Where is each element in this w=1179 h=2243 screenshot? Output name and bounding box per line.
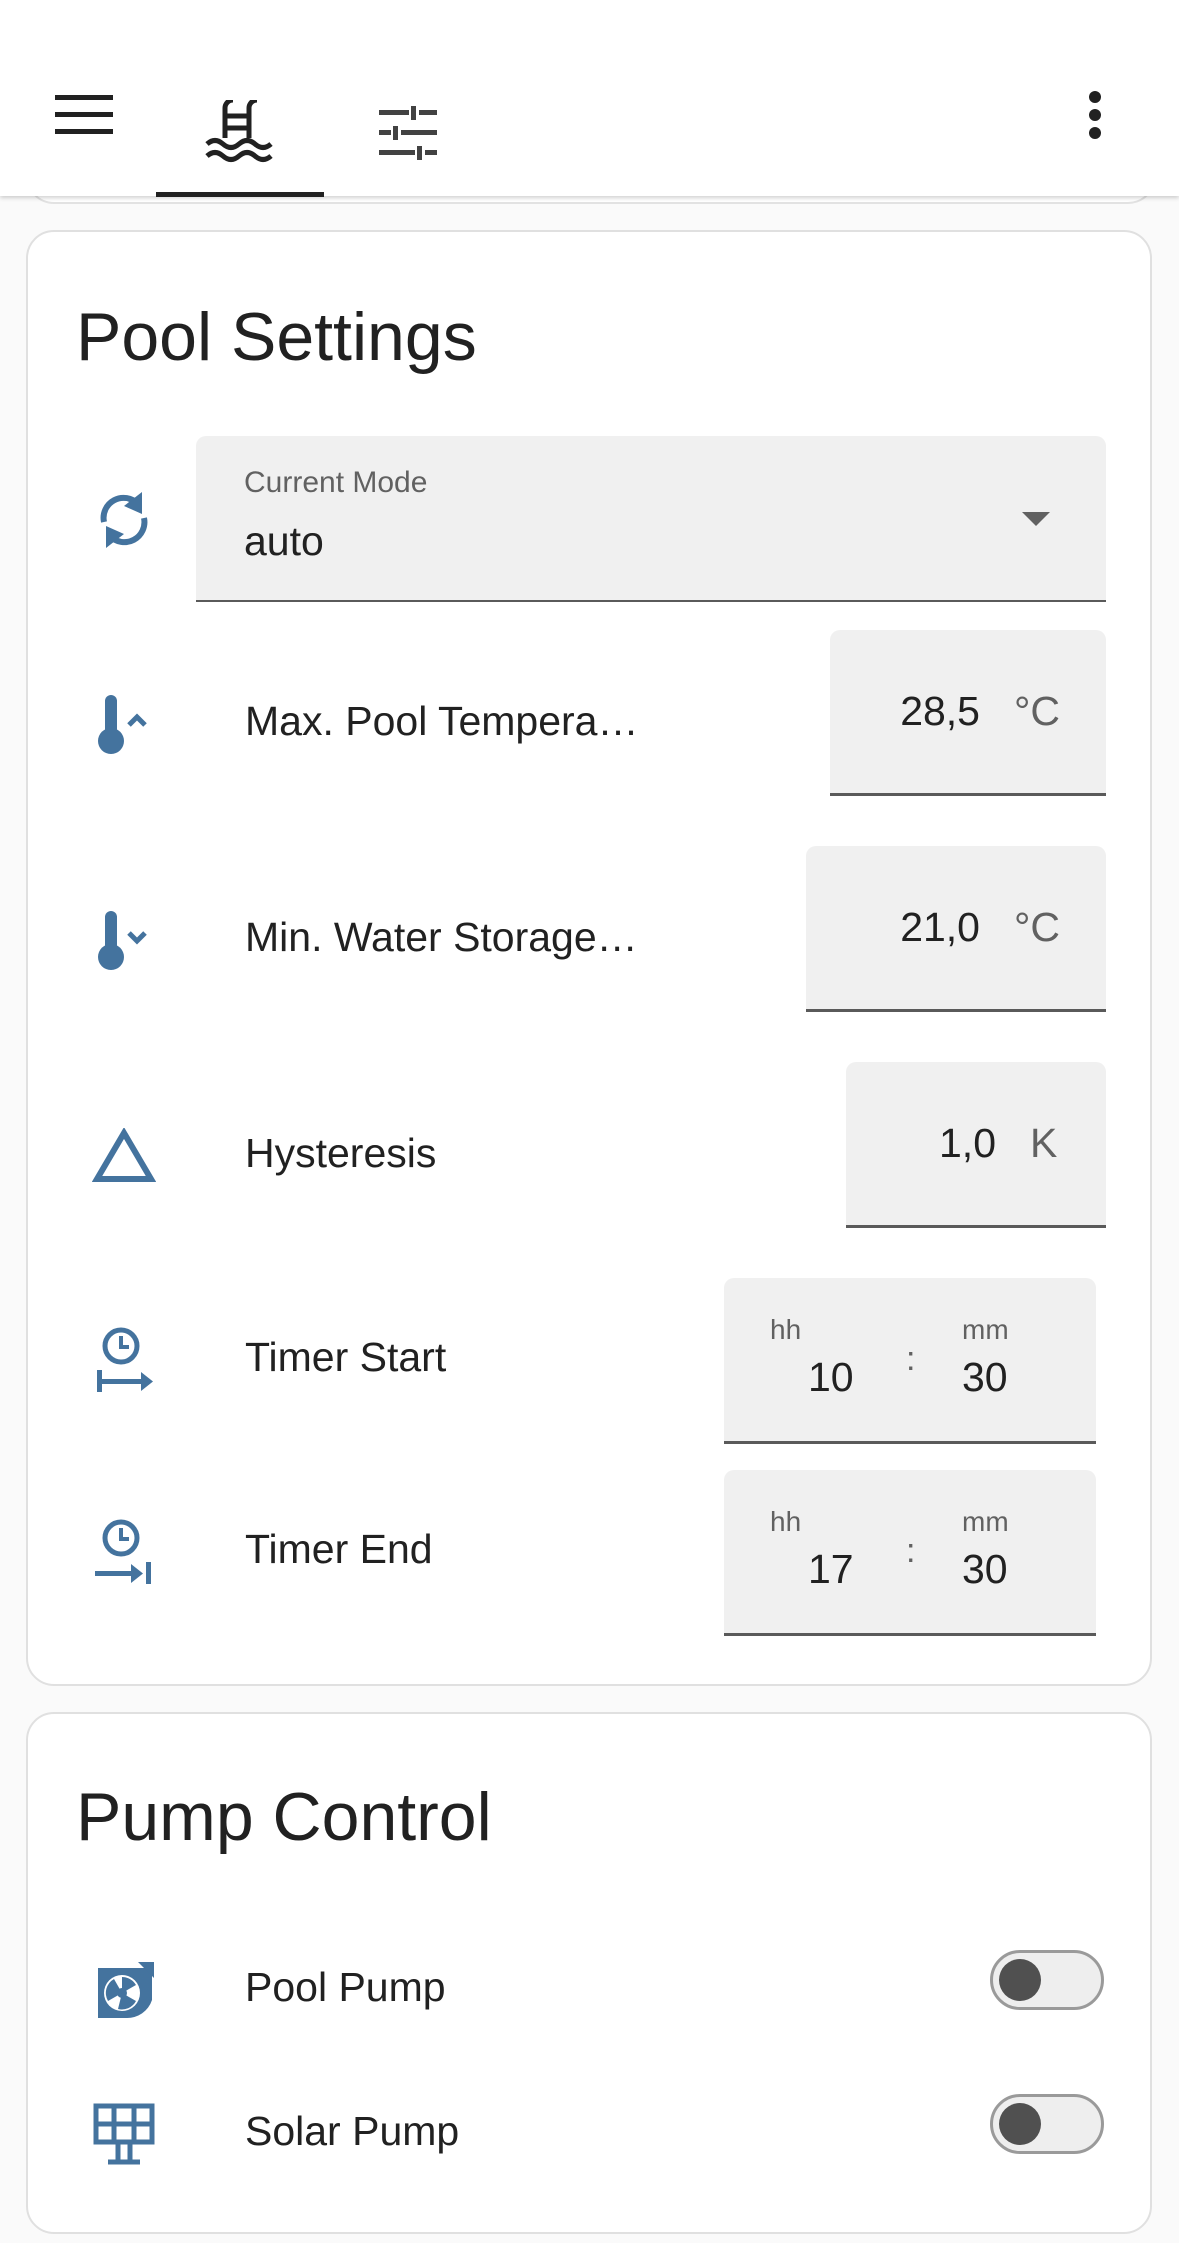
min-storage-temp-input[interactable]: 21,0 °C <box>806 846 1106 1012</box>
max-pool-temp-input[interactable]: 28,5 °C <box>830 630 1106 796</box>
solar-pump-label: Solar Pump <box>245 2108 460 2154</box>
input-unit: K <box>1030 1120 1058 1166</box>
more-options-button[interactable] <box>1060 80 1130 150</box>
pool-pump-row-icon <box>84 1950 164 2030</box>
card-title: Pool Settings <box>76 299 477 375</box>
pump-icon <box>98 1962 154 2019</box>
dropdown-arrow-icon[interactable] <box>1022 512 1050 526</box>
hours-label: hh <box>770 1506 802 1537</box>
clock-end-icon <box>95 1519 151 1584</box>
card-title: Pump Control <box>76 1779 492 1855</box>
minutes-label: mm <box>962 1314 1009 1345</box>
time-separator: : <box>906 1340 916 1378</box>
minutes-label: mm <box>962 1506 1009 1537</box>
triangle-outline-icon <box>92 1128 156 1182</box>
timer-end-input[interactable]: hh 17 : mm 30 <box>724 1470 1096 1636</box>
tab-pool[interactable] <box>156 70 324 196</box>
clock-start-icon <box>97 1327 153 1392</box>
top-app-bar <box>0 0 1179 197</box>
current-mode-select[interactable]: Current Mode auto <box>196 436 1106 602</box>
min-storage-temp-label: Min. Water Storage… <box>245 914 638 960</box>
hysteresis-input[interactable]: 1,0 K <box>846 1062 1106 1228</box>
timer-end-row-icon <box>84 1512 164 1592</box>
hours-value[interactable]: 17 <box>808 1546 854 1593</box>
minutes-value[interactable]: 30 <box>962 1546 1008 1593</box>
hysteresis-label: Hysteresis <box>245 1130 437 1176</box>
toggle-knob <box>999 1959 1041 2001</box>
input-unit: °C <box>1014 688 1061 734</box>
sync-icon <box>100 492 148 548</box>
timer-start-label: Timer Start <box>245 1334 447 1380</box>
dots-vertical-icon <box>1089 91 1101 139</box>
tab-settings[interactable] <box>324 70 492 196</box>
max-pool-temp-label: Max. Pool Tempera… <box>245 698 639 744</box>
input-value: 21,0 <box>900 904 980 950</box>
toggle-knob <box>999 2103 1041 2145</box>
hysteresis-row-icon <box>84 1116 164 1196</box>
input-value: 28,5 <box>900 688 980 734</box>
select-label: Current Mode <box>244 466 428 499</box>
timer-start-input[interactable]: hh 10 : mm 30 <box>724 1278 1096 1444</box>
thermometer-chevron-down-icon <box>98 911 147 970</box>
time-separator: : <box>906 1532 916 1570</box>
pool-icon <box>205 100 273 162</box>
solar-pump-row-icon <box>84 2094 164 2174</box>
pool-pump-toggle[interactable] <box>990 1950 1104 2010</box>
timer-end-label: Timer End <box>245 1526 433 1572</box>
hours-value[interactable]: 10 <box>808 1354 854 1401</box>
hours-label: hh <box>770 1314 802 1345</box>
thermometer-chevron-up-icon <box>98 695 147 754</box>
active-tab-indicator <box>156 192 324 197</box>
mode-row-icon <box>84 480 164 560</box>
select-value: auto <box>244 518 324 564</box>
minutes-value[interactable]: 30 <box>962 1354 1008 1401</box>
pump-control-card: Pump Control Pool Pump Solar Pump <box>26 1712 1152 2234</box>
tune-icon <box>379 106 437 160</box>
input-unit: °C <box>1014 904 1061 950</box>
solar-pump-toggle[interactable] <box>990 2094 1104 2154</box>
menu-icon <box>55 95 113 134</box>
pool-pump-label: Pool Pump <box>245 1964 446 2010</box>
solar-panel-icon <box>93 2103 155 2165</box>
timer-start-row-icon <box>84 1320 164 1400</box>
min-temp-row-icon <box>84 900 164 980</box>
input-value: 1,0 <box>939 1120 996 1166</box>
pool-settings-card: Pool Settings Current Mode auto Max. Poo… <box>26 230 1152 1686</box>
menu-button[interactable] <box>34 80 134 150</box>
max-temp-row-icon <box>84 684 164 764</box>
